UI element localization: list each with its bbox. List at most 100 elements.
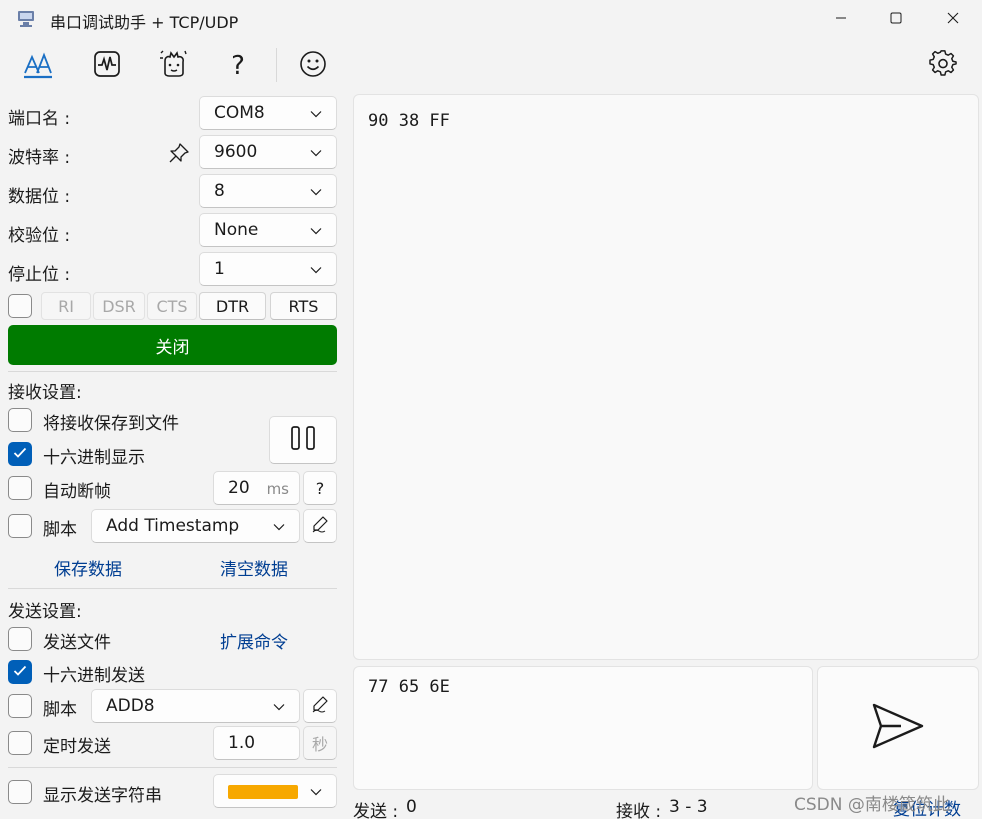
receive-script-select[interactable]: Add Timestamp <box>91 509 300 543</box>
timed-send-checkbox[interactable] <box>8 731 32 755</box>
baud-select[interactable]: 9600 <box>199 135 337 169</box>
parity-label: 校验位 : <box>8 226 71 246</box>
pause-button[interactable] <box>269 416 337 464</box>
chevron-down-icon <box>310 103 322 123</box>
receive-section-title: 接收设置: <box>8 383 82 403</box>
parity-select[interactable]: None <box>199 213 337 247</box>
receive-script-checkbox[interactable] <box>8 514 32 538</box>
toolbar-divider <box>276 48 277 82</box>
minimize-icon <box>835 9 847 29</box>
waveform-button[interactable] <box>91 50 123 82</box>
databits-select[interactable]: 8 <box>199 174 337 208</box>
smiley-icon <box>299 50 327 83</box>
parity-value: None <box>214 220 259 240</box>
color-swatch <box>228 785 298 799</box>
close-port-button[interactable]: 关闭 <box>8 325 337 365</box>
send-input[interactable]: 77 65 6E <box>353 666 813 790</box>
send-script-checkbox[interactable] <box>8 694 32 718</box>
watermark: CSDN @南楼箴筑此 <box>794 795 950 815</box>
pin-icon[interactable] <box>168 142 190 169</box>
edit-send-script-button[interactable] <box>303 689 337 723</box>
frame-timeout-input[interactable]: 20 ms <box>213 471 300 505</box>
dtr-button[interactable]: DTR <box>199 292 266 320</box>
send-color-picker[interactable] <box>213 774 337 808</box>
hex-send-label: 十六进制发送 <box>43 666 145 686</box>
received-count: 3 - 3 <box>669 797 708 817</box>
send-section-title: 发送设置: <box>8 602 82 622</box>
dsr-indicator: DSR <box>93 292 145 320</box>
window-title: 串口调试助手 + TCP/UDP <box>50 13 239 32</box>
save-to-file-checkbox[interactable] <box>8 408 32 432</box>
rts-button[interactable]: RTS <box>270 292 337 320</box>
show-send-string-label: 显示发送字符串 <box>43 786 162 806</box>
waveform-icon <box>93 50 121 83</box>
plugin-button[interactable] <box>158 50 190 82</box>
frame-help-button[interactable]: ? <box>303 471 337 505</box>
stopbits-value: 1 <box>214 259 225 279</box>
help-button[interactable]: ? <box>222 50 254 82</box>
send-script-label: 脚本 <box>43 700 77 720</box>
ri-indicator: RI <box>41 292 91 320</box>
port-select[interactable]: COM8 <box>199 96 337 130</box>
edit-receive-script-button[interactable] <box>303 509 337 543</box>
receive-output-text: 90 38 FF <box>368 111 450 131</box>
chevron-down-icon <box>310 142 322 162</box>
divider <box>8 371 337 372</box>
send-input-text: 77 65 6E <box>368 677 450 697</box>
send-button[interactable] <box>817 666 979 790</box>
send-icon <box>871 701 925 756</box>
settings-button[interactable] <box>927 49 959 83</box>
receive-output[interactable]: 90 38 FF <box>353 94 979 660</box>
show-send-string-checkbox[interactable] <box>8 780 32 804</box>
divider <box>8 767 337 768</box>
maximize-icon <box>890 9 902 29</box>
minimize-button[interactable] <box>816 0 866 38</box>
checkmark-icon <box>13 662 27 682</box>
chevron-down-icon <box>310 781 322 801</box>
receive-script-label: 脚本 <box>43 520 77 540</box>
font-icon <box>22 49 54 84</box>
send-file-label: 发送文件 <box>43 633 111 653</box>
title-bar: 串口调试助手 + TCP/UDP <box>0 0 982 38</box>
close-window-button[interactable] <box>928 0 978 38</box>
settings-icon <box>929 49 957 83</box>
receive-script-value: Add Timestamp <box>106 516 240 536</box>
save-data-link[interactable]: 保存数据 <box>54 555 122 580</box>
hex-send-checkbox[interactable] <box>8 660 32 684</box>
port-label: 端口名 : <box>8 109 71 129</box>
clear-data-link[interactable]: 清空数据 <box>220 555 288 580</box>
close-icon <box>947 9 959 29</box>
pen-icon <box>311 695 329 718</box>
auto-frame-label: 自动断帧 <box>43 482 111 502</box>
send-script-value: ADD8 <box>106 696 155 716</box>
baud-label: 波特率 : <box>8 148 71 168</box>
hex-display-checkbox[interactable] <box>8 442 32 466</box>
databits-value: 8 <box>214 181 225 201</box>
frame-unit: ms <box>266 480 289 498</box>
chevron-down-icon <box>310 220 322 240</box>
smiley-button[interactable] <box>297 50 329 82</box>
flow-control-checkbox[interactable] <box>8 294 32 318</box>
chevron-down-icon <box>273 696 285 716</box>
chevron-down-icon <box>310 259 322 279</box>
stopbits-select[interactable]: 1 <box>199 252 337 286</box>
timed-interval-input[interactable]: 1.0 <box>213 726 300 760</box>
cts-indicator: CTS <box>147 292 197 320</box>
chevron-down-icon <box>273 516 285 536</box>
baud-value: 9600 <box>214 142 258 162</box>
hex-display-label: 十六进制显示 <box>43 448 145 468</box>
sent-count: 0 <box>406 797 417 817</box>
received-label: 接收 : <box>616 802 662 819</box>
auto-frame-checkbox[interactable] <box>8 476 32 500</box>
frame-timeout-value: 20 <box>228 478 250 498</box>
databits-label: 数据位 : <box>8 187 71 207</box>
extended-commands-link[interactable]: 扩展命令 <box>220 628 288 653</box>
send-script-select[interactable]: ADD8 <box>91 689 300 723</box>
save-to-file-label: 将接收保存到文件 <box>43 414 179 434</box>
plugin-icon <box>159 49 189 84</box>
pen-icon <box>311 515 329 538</box>
maximize-button[interactable] <box>871 0 921 38</box>
sent-label: 发送 : <box>353 802 399 819</box>
send-file-checkbox[interactable] <box>8 627 32 651</box>
font-button[interactable] <box>22 50 54 82</box>
